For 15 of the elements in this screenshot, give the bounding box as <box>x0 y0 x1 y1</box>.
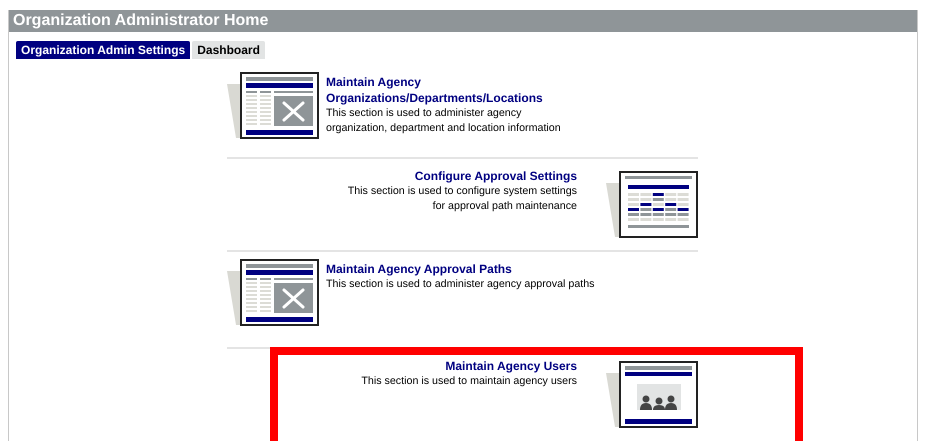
page-header: Organization Administrator Home <box>9 10 917 32</box>
section-link[interactable]: Maintain Agency Approval Paths <box>326 261 616 277</box>
page-users-icon <box>606 361 698 428</box>
page-grid-icon <box>606 171 698 238</box>
tab[interactable]: Organization Admin Settings <box>16 41 190 59</box>
tab[interactable]: Dashboard <box>192 41 265 59</box>
section-link[interactable]: Configure Approval Settings <box>339 168 577 184</box>
page-tools-icon <box>227 259 319 326</box>
section-description: This section is used to maintain agency users <box>360 374 577 389</box>
section-description: This section is used to administer agency organization, department and location information <box>326 106 562 136</box>
section-description: This section is used to administer agency approval paths <box>326 277 596 292</box>
section-link[interactable]: Maintain Agency Organizations/Departments/Locations <box>326 74 568 106</box>
page-tools-icon <box>227 72 319 139</box>
section-description: This section is used to configure system settings for approval path maintenance <box>346 184 577 214</box>
section-link[interactable]: Maintain Agency Users <box>332 358 577 374</box>
